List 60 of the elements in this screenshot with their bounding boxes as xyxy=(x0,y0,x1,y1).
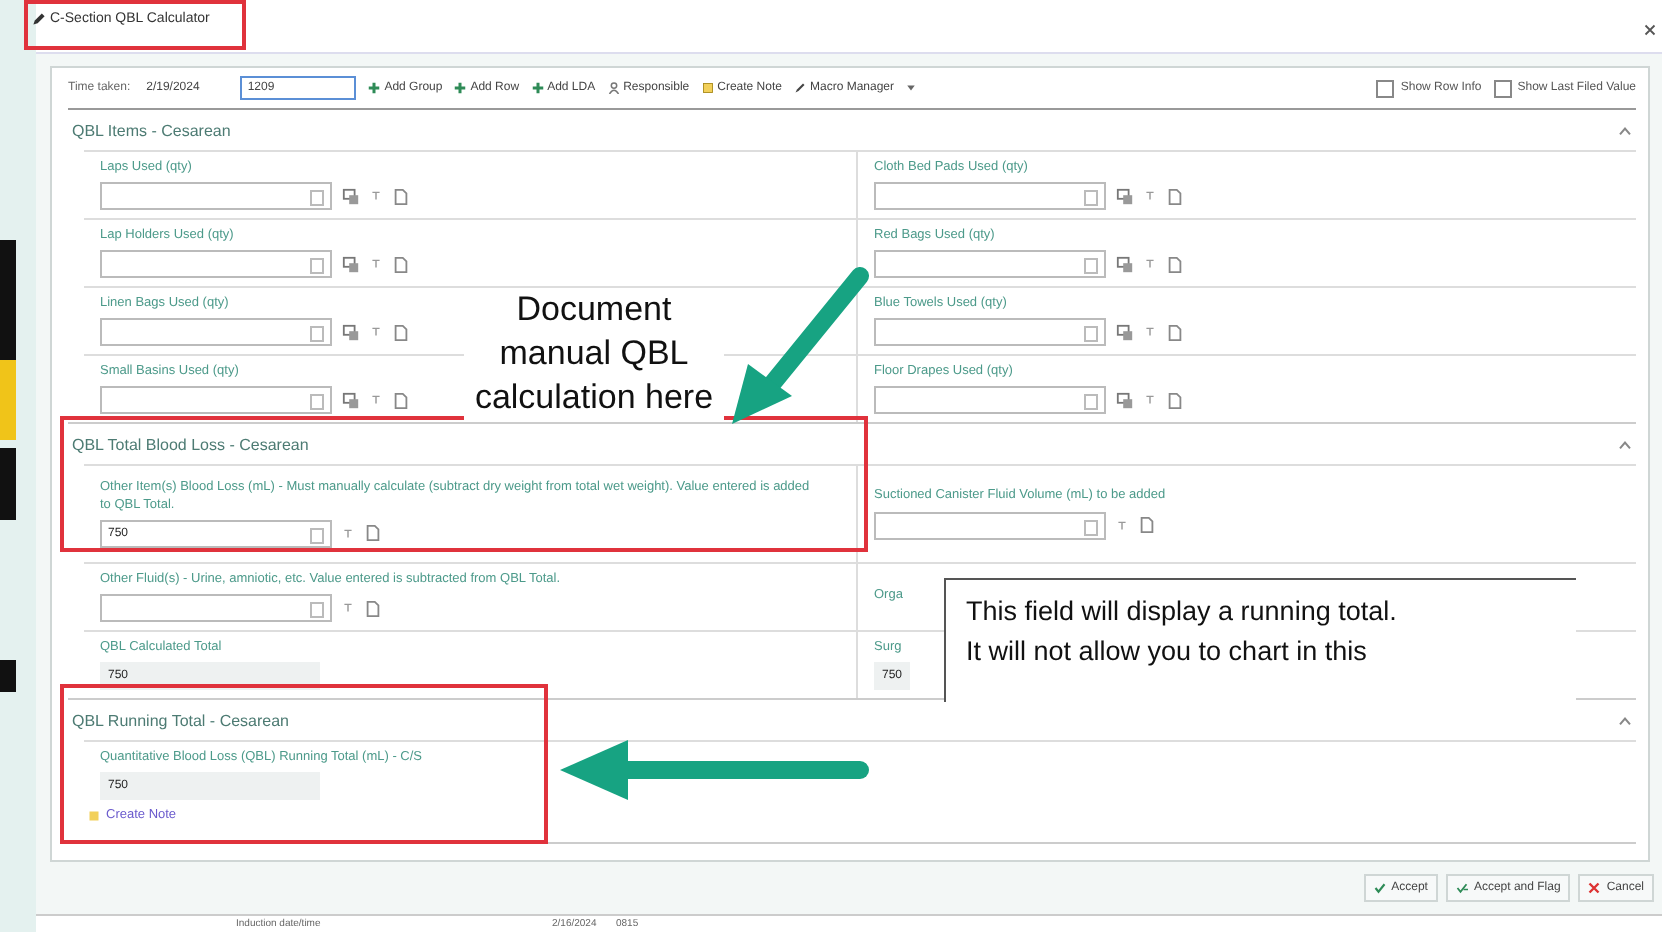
grid-icon[interactable] xyxy=(1116,323,1134,342)
plus-icon xyxy=(454,82,467,94)
document-icon[interactable] xyxy=(1166,255,1184,274)
input-field[interactable] xyxy=(100,386,332,415)
check-icon xyxy=(1373,882,1386,894)
document-icon[interactable] xyxy=(1166,187,1184,206)
input-field[interactable] xyxy=(874,182,1106,211)
plus-icon xyxy=(368,82,381,94)
section-title: QBL Running Total - Cesarean xyxy=(72,711,290,729)
grid-icon[interactable] xyxy=(1116,391,1134,410)
document-icon[interactable] xyxy=(392,391,410,410)
tee-icon[interactable] xyxy=(1144,326,1156,339)
document-icon[interactable] xyxy=(392,255,410,274)
caret-icon xyxy=(906,84,917,92)
grid-icon[interactable] xyxy=(342,391,360,410)
person-icon xyxy=(607,82,620,94)
input-field[interactable] xyxy=(874,511,1106,540)
document-icon[interactable] xyxy=(1166,391,1184,410)
collapse-icon[interactable] xyxy=(1618,439,1632,449)
tee-icon[interactable] xyxy=(370,258,382,271)
input-field[interactable] xyxy=(100,318,332,347)
input-field[interactable] xyxy=(874,318,1106,347)
tee-icon[interactable] xyxy=(370,326,382,339)
plus-icon xyxy=(531,82,544,94)
section-title: QBL Items - Cesarean xyxy=(72,121,231,139)
grid-icon[interactable] xyxy=(342,187,360,206)
document-icon[interactable] xyxy=(364,524,382,543)
close-icon xyxy=(1588,882,1601,894)
grid-icon[interactable] xyxy=(342,255,360,274)
tee-icon[interactable] xyxy=(1144,258,1156,271)
grid-icon[interactable] xyxy=(1116,187,1134,206)
document-icon[interactable] xyxy=(364,599,382,618)
tee-icon[interactable] xyxy=(370,394,382,407)
tee-icon[interactable] xyxy=(1116,519,1128,532)
grid-icon[interactable] xyxy=(1116,255,1134,274)
tee-icon[interactable] xyxy=(1144,190,1156,203)
input-field[interactable] xyxy=(100,182,332,211)
collapse-icon[interactable] xyxy=(1618,125,1632,135)
input-field[interactable] xyxy=(100,594,332,623)
document-icon[interactable] xyxy=(392,323,410,342)
tee-icon[interactable] xyxy=(370,190,382,203)
note-icon xyxy=(88,809,100,821)
grid-icon[interactable] xyxy=(342,323,360,342)
check-flag-icon xyxy=(1455,882,1468,894)
tee-icon[interactable] xyxy=(342,527,354,540)
note-icon xyxy=(701,82,714,94)
document-icon[interactable] xyxy=(1166,323,1184,342)
document-icon[interactable] xyxy=(392,187,410,206)
tee-icon[interactable] xyxy=(342,602,354,615)
callout-text: This field will display a running total. It will not allow you to chart in this xyxy=(966,594,1399,670)
input-field[interactable] xyxy=(874,250,1106,279)
input-field[interactable] xyxy=(874,386,1106,415)
collapse-icon[interactable] xyxy=(1618,715,1632,725)
pencil-icon xyxy=(32,12,46,26)
document-icon[interactable] xyxy=(1138,516,1156,535)
tee-icon[interactable] xyxy=(1144,394,1156,407)
close-icon xyxy=(1644,24,1656,36)
input-field[interactable] xyxy=(100,250,332,279)
section-title: QBL Total Blood Loss - Cesarean xyxy=(72,435,309,453)
pencil-icon xyxy=(793,82,806,94)
